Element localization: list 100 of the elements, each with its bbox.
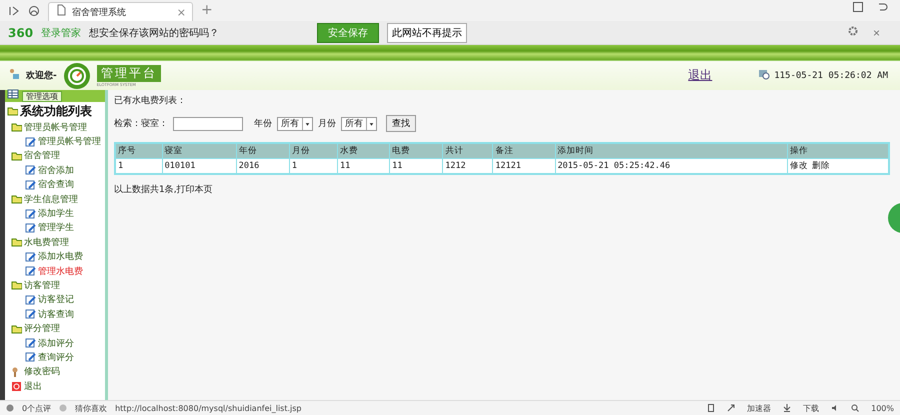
column-header: 备注 xyxy=(492,143,556,158)
settings-icon[interactable] xyxy=(846,24,859,36)
never-button[interactable]: 此网站不再提示 xyxy=(387,22,468,42)
comments-count[interactable]: 0个点评 xyxy=(22,402,52,414)
edit-icon xyxy=(25,266,36,276)
brand-logo: 360 xyxy=(8,26,34,40)
tree-item[interactable]: 修改密码 xyxy=(7,364,105,380)
tree-item[interactable]: 管理水电费 xyxy=(7,264,105,278)
tree-root[interactable]: 系统功能列表 xyxy=(7,102,105,120)
edit-icon xyxy=(25,252,36,262)
table-cell: 11 xyxy=(390,158,443,174)
user-icon xyxy=(8,68,20,80)
tree-item[interactable]: 添加学生 xyxy=(7,206,105,221)
date-time: 115-05-21 05:26:02 AM xyxy=(774,70,888,80)
grid-icon xyxy=(7,88,19,100)
status-url: http://localhost:8080/mysql/shuidianfei_list.jsp xyxy=(115,404,302,412)
print-link[interactable]: 打印本页 xyxy=(176,183,213,196)
tree-item[interactable]: 添加水电费 xyxy=(7,250,105,264)
edit-icon xyxy=(25,208,36,219)
comment-icon[interactable] xyxy=(6,404,14,412)
column-header: 添加时间 xyxy=(555,143,788,158)
tree-item[interactable]: 查询评分 xyxy=(7,350,105,365)
column-header: 操作 xyxy=(788,143,889,158)
tree-item[interactable]: 管理学生 xyxy=(7,220,105,236)
product-name: 登录管家 xyxy=(41,26,82,40)
notice-message: 想安全保存该网站的密码吗？ xyxy=(89,26,220,40)
table-cell: 1 xyxy=(115,158,162,174)
undo-icon[interactable] xyxy=(876,1,888,13)
caret-icon xyxy=(366,118,376,130)
edit-icon xyxy=(25,136,36,147)
platform-title: 管理平台 xyxy=(96,64,161,82)
edit-icon xyxy=(25,165,36,176)
tree-item[interactable]: 水电费管理 xyxy=(7,235,105,250)
edit-icon xyxy=(25,352,36,362)
table-cell: 1 xyxy=(289,158,338,174)
tree-item[interactable]: 访客管理 xyxy=(7,278,105,293)
accelerator-button[interactable]: 加速器 xyxy=(747,402,772,414)
edit-icon xyxy=(25,309,36,320)
folder-icon xyxy=(11,324,22,334)
tree-item[interactable]: 访客登记 xyxy=(7,292,105,308)
column-header: 共计 xyxy=(442,143,493,158)
table-cell: 2015-05-21 05:25:42.46 xyxy=(555,158,788,174)
tab-title: 宿舍管理系统 xyxy=(72,6,127,18)
sidebar-tab[interactable]: 管理选项 xyxy=(22,90,62,102)
sidebar-toggle-icon[interactable] xyxy=(8,5,20,17)
year-label: 年份 xyxy=(254,118,272,130)
tree-item[interactable]: 添加评分 xyxy=(7,336,105,350)
close-button[interactable]: × xyxy=(176,6,186,18)
zoom-level[interactable]: 100% xyxy=(871,404,894,412)
tree-item[interactable]: 学生信息管理 xyxy=(7,192,105,206)
tree-item[interactable]: 管理员帐号管理 xyxy=(7,120,105,134)
tree-item[interactable]: 评分管理 xyxy=(7,321,105,336)
edit-icon xyxy=(25,222,36,233)
guess-link[interactable]: 猜你喜欢 xyxy=(75,402,108,414)
column-header: 月份 xyxy=(289,143,338,158)
logout-link[interactable]: 退出 xyxy=(688,67,712,84)
table-cell: 2016 xyxy=(236,158,290,174)
tree-item[interactable]: 宿舍管理 xyxy=(7,148,105,164)
download-icon[interactable] xyxy=(783,404,792,412)
power-icon xyxy=(11,381,22,392)
year-select[interactable]: 所有 xyxy=(277,116,313,130)
month-label: 月份 xyxy=(318,118,336,130)
tree-item[interactable]: 访客查询 xyxy=(7,307,105,322)
folder-icon xyxy=(11,122,22,132)
table-cell: 11 xyxy=(338,158,390,174)
table-cell: 010101 xyxy=(162,158,236,174)
column-header: 序号 xyxy=(115,143,162,158)
folder-icon xyxy=(11,237,22,248)
action-link[interactable]: 修改 xyxy=(790,160,808,172)
search-field[interactable] xyxy=(173,116,243,130)
welcome-text: 欢迎您- xyxy=(26,69,57,82)
edit-icon xyxy=(25,338,36,348)
tree-item[interactable]: 管理员帐号管理 xyxy=(7,134,105,149)
column-header: 水费 xyxy=(338,143,390,158)
search-button[interactable]: 查找 xyxy=(386,115,416,132)
tree-item[interactable]: 退出 xyxy=(7,379,105,394)
action-link[interactable]: 删除 xyxy=(812,160,830,172)
page-icon xyxy=(55,4,67,16)
folder-icon xyxy=(11,194,22,204)
zoom-icon[interactable] xyxy=(851,404,860,412)
edit-icon xyxy=(25,180,36,190)
folder-icon xyxy=(11,150,22,161)
table-cell: 12121 xyxy=(492,158,556,174)
window-icon[interactable] xyxy=(852,1,864,13)
download-button[interactable]: 下载 xyxy=(803,402,820,414)
folder-icon xyxy=(7,106,18,116)
column-header: 年份 xyxy=(236,143,290,158)
summary-text: 以上数据共1条, xyxy=(114,184,177,196)
column-header: 寝室 xyxy=(162,143,236,158)
search-label: 检索：寝室： xyxy=(114,118,168,130)
table-cell: 1212 xyxy=(442,158,493,174)
close-button[interactable]: × xyxy=(866,24,886,40)
phone-icon[interactable] xyxy=(707,404,716,412)
tree-item[interactable]: 宿舍添加 xyxy=(7,163,105,178)
browser-tab[interactable]: 宿舍管理系统 × xyxy=(48,2,193,21)
clock-icon xyxy=(758,68,770,80)
list-heading: 已有水电费列表： xyxy=(114,94,187,107)
tree-item[interactable]: 宿舍查询 xyxy=(7,178,105,192)
month-select[interactable]: 所有 xyxy=(341,116,377,130)
accelerator-icon[interactable] xyxy=(727,404,736,412)
